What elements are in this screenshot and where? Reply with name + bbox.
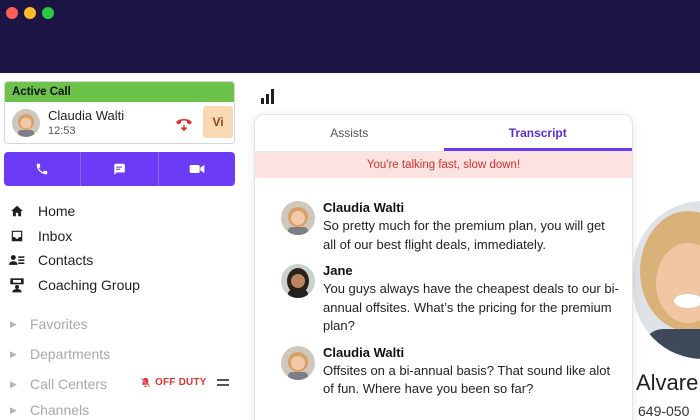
message-text: So pretty much for the premium plan, you… bbox=[323, 218, 605, 252]
contact-card: Alvare 649-050 bbox=[633, 73, 700, 420]
nav-item-label: Contacts bbox=[38, 252, 94, 269]
active-call-header: Active Call bbox=[5, 82, 234, 102]
video-camera-icon bbox=[189, 165, 205, 173]
section-label: Channels bbox=[30, 402, 90, 418]
tab-transcript[interactable]: Transcript bbox=[443, 115, 632, 151]
contact-name: Alvare bbox=[636, 370, 699, 395]
inbox-icon bbox=[8, 227, 26, 245]
nav-item-label: Coaching Group bbox=[38, 276, 140, 293]
hangup-phone-icon bbox=[176, 119, 192, 131]
chat-icon bbox=[114, 163, 126, 175]
bell-off-icon bbox=[140, 377, 151, 388]
contacts-icon bbox=[8, 251, 26, 269]
maximize-window-button[interactable] bbox=[42, 7, 54, 19]
section-label: Departments bbox=[30, 346, 111, 362]
caller-avatar bbox=[12, 109, 40, 137]
sidebar: Active Call Claudia Walti 12:53 Vi Home … bbox=[0, 73, 244, 420]
drag-handle-icon[interactable] bbox=[217, 379, 229, 389]
transcript-message: Claudia Walti So pretty much for the pre… bbox=[281, 199, 621, 254]
section-departments[interactable]: ▶ Departments bbox=[10, 344, 240, 364]
section-favorites[interactable]: ▶ Favorites bbox=[10, 314, 240, 334]
speaker-avatar bbox=[281, 345, 315, 380]
coaching-group-icon bbox=[8, 276, 26, 294]
video-button[interactable] bbox=[157, 152, 235, 186]
off-duty-status[interactable]: OFF DUTY bbox=[140, 377, 207, 388]
transcript-panel: Assists Transcript You're talking fast, … bbox=[254, 114, 633, 420]
message-button[interactable] bbox=[80, 152, 157, 186]
call-action-bar bbox=[4, 152, 235, 186]
phone-icon bbox=[36, 163, 48, 175]
transcript-message: Claudia Walti Offsites on a bi-annual ba… bbox=[281, 344, 621, 399]
caret-right-icon: ▶ bbox=[10, 404, 17, 415]
main-nav: Home Inbox Contacts Coaching Group bbox=[8, 199, 238, 297]
signal-strength-icon bbox=[260, 88, 276, 104]
caller-name: Claudia Walti bbox=[48, 108, 125, 123]
section-label: Call Centers bbox=[30, 376, 108, 392]
nav-item-label: Home bbox=[38, 203, 76, 220]
call-button[interactable] bbox=[4, 152, 80, 186]
call-duration: 12:53 bbox=[48, 125, 76, 137]
section-label: Favorites bbox=[30, 316, 88, 332]
caret-right-icon: ▶ bbox=[10, 378, 17, 389]
caret-right-icon: ▶ bbox=[10, 348, 17, 359]
nav-item-label: Inbox bbox=[38, 227, 73, 244]
nav-item-coaching-group[interactable]: Coaching Group bbox=[8, 273, 238, 298]
contact-phone: 649-050 bbox=[638, 403, 690, 419]
off-duty-label: OFF DUTY bbox=[155, 377, 207, 388]
speaker-name: Jane bbox=[323, 263, 353, 278]
section-channels[interactable]: ▶ Channels bbox=[10, 400, 240, 420]
close-window-button[interactable] bbox=[6, 7, 18, 19]
transcript-messages: Claudia Walti So pretty much for the pre… bbox=[281, 199, 621, 407]
minimize-window-button[interactable] bbox=[24, 7, 36, 19]
hangup-button[interactable] bbox=[173, 113, 195, 133]
panel-tabs: Assists Transcript bbox=[255, 115, 632, 152]
speaker-name: Claudia Walti bbox=[323, 200, 405, 215]
nav-item-contacts[interactable]: Contacts bbox=[8, 248, 238, 273]
vi-assistant-button[interactable]: Vi bbox=[203, 106, 233, 138]
speaker-avatar bbox=[281, 264, 315, 298]
section-call-centers[interactable]: ▶ Call Centers OFF DUTY bbox=[10, 374, 240, 394]
caret-right-icon: ▶ bbox=[10, 318, 17, 329]
speaker-name: Claudia Walti bbox=[323, 344, 405, 360]
speaker-avatar bbox=[281, 201, 315, 235]
contact-photo bbox=[633, 201, 700, 359]
window-titlebar bbox=[0, 0, 700, 73]
nav-item-home[interactable]: Home bbox=[8, 199, 238, 224]
transcript-message: Jane You guys always have the cheapest d… bbox=[281, 262, 621, 336]
active-call-card[interactable]: Active Call Claudia Walti 12:53 Vi bbox=[4, 81, 235, 144]
home-icon bbox=[8, 202, 26, 220]
message-text: Offsites on a bi-annual basis? That soun… bbox=[323, 362, 611, 397]
message-text: You guys always have the cheapest deals … bbox=[323, 281, 619, 333]
pace-warning-banner: You're talking fast, slow down! bbox=[255, 152, 632, 178]
nav-item-inbox[interactable]: Inbox bbox=[8, 224, 238, 249]
tab-assists[interactable]: Assists bbox=[255, 115, 444, 151]
